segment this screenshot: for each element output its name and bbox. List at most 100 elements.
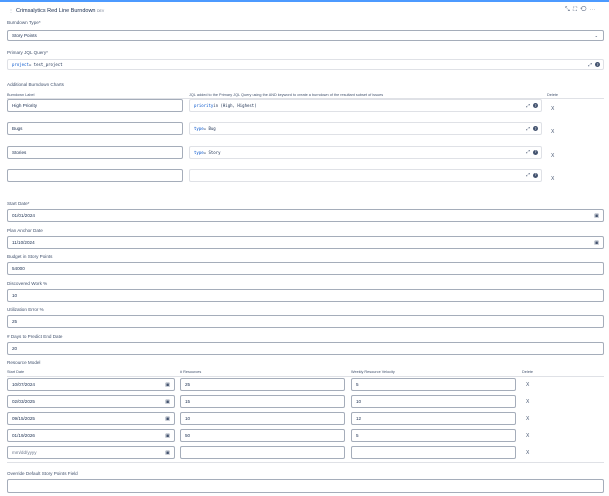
burndown-jql-input[interactable]: type = Bug ⤢? xyxy=(189,122,542,136)
jql-rest: in (High, Highest) xyxy=(213,103,257,108)
resource-count-input[interactable]: 25 xyxy=(180,378,345,391)
field-input[interactable]: 10 xyxy=(7,289,604,302)
calendar-icon[interactable]: ▣ xyxy=(165,433,170,439)
override-label: Override Default Story Points Field xyxy=(7,471,78,476)
jql-keyword: type xyxy=(194,149,204,155)
field-input[interactable]: 25 xyxy=(7,315,604,328)
delete-resource-button[interactable]: X xyxy=(526,382,529,388)
primary-jql-input[interactable]: project = test_project ⤢? xyxy=(7,59,604,70)
drag-handle-icon[interactable]: ⋮ xyxy=(9,8,13,13)
burndown-jql-input[interactable]: type = Story ⤢? xyxy=(189,145,542,159)
resource-start-date[interactable]: 02/03/2025 ▣ xyxy=(7,395,175,408)
more-icon[interactable]: ⋯ xyxy=(589,7,598,13)
resource-velocity-input[interactable]: 5 xyxy=(351,378,516,391)
help-icon[interactable]: ? xyxy=(533,149,538,155)
burndown-jql-input[interactable]: ⤢? xyxy=(189,168,542,182)
delete-resource-button[interactable]: X xyxy=(526,450,529,456)
date-value: 02/03/2025 xyxy=(12,399,35,404)
date-value: 01/19/2026 xyxy=(12,433,35,438)
col-delete: Delete xyxy=(547,93,558,97)
delete-row-button[interactable]: X xyxy=(551,176,554,182)
expand-icon[interactable]: ⤢ xyxy=(526,172,530,178)
field-input[interactable]: 20 xyxy=(7,342,604,355)
minimize-icon[interactable]: ⤡ xyxy=(565,7,573,13)
resource-count-value: 50 xyxy=(185,433,191,438)
resource-velocity-input[interactable]: 5 xyxy=(351,429,516,442)
help-icon[interactable]: ? xyxy=(533,103,538,108)
additional-title: Additional Burndown Charts xyxy=(7,82,64,87)
expand-icon[interactable]: ⤢ xyxy=(526,126,530,132)
burndown-jql-input[interactable]: priority in (High, Highest) ⤢? xyxy=(189,99,542,112)
resource-count-input[interactable]: 15 xyxy=(180,395,345,408)
burndown-label-input[interactable]: Bugs xyxy=(7,122,183,136)
burndown-label-value: Bugs xyxy=(12,126,23,132)
delete-resource-button[interactable]: X xyxy=(526,399,529,405)
resource-count-input[interactable]: 50 xyxy=(180,429,345,442)
resource-velocity-input[interactable]: 12 xyxy=(351,412,516,425)
help-icon[interactable]: ? xyxy=(533,126,538,132)
field-value: 25 xyxy=(12,319,18,324)
field-label: Utilization Error % xyxy=(7,307,44,312)
fullscreen-icon[interactable]: ⛶ xyxy=(573,7,580,13)
burndown-label-input[interactable]: High Priority xyxy=(7,99,183,112)
burndown-type-value: Story Points xyxy=(12,33,37,38)
jql-keyword: priority xyxy=(194,103,214,108)
delete-row-button[interactable]: X xyxy=(551,129,554,135)
date-value: 10/07/2024 xyxy=(12,382,35,387)
field-label: # Days to Predict End Date xyxy=(7,334,63,339)
field-label: Plan Anchor Date xyxy=(7,228,43,233)
calendar-icon[interactable]: ▣ xyxy=(594,213,599,219)
burndown-type-label: Burndown Type* xyxy=(7,20,41,25)
burndown-label-input[interactable]: Stories xyxy=(7,145,183,159)
velocity-value: 12 xyxy=(356,416,362,421)
help-icon[interactable]: ? xyxy=(595,62,600,67)
delete-resource-button[interactable]: X xyxy=(526,433,529,439)
resource-count-input[interactable] xyxy=(180,446,345,459)
field-value: 54000 xyxy=(12,266,25,271)
expand-icon[interactable]: ⤢ xyxy=(588,62,592,68)
resource-start-date[interactable]: 01/19/2026 ▣ xyxy=(7,429,175,442)
delete-resource-button[interactable]: X xyxy=(526,416,529,422)
calendar-icon[interactable]: ▣ xyxy=(165,416,170,422)
calendar-icon[interactable]: ▣ xyxy=(165,450,170,456)
help-icon[interactable]: ? xyxy=(533,172,538,178)
field-value: 20 xyxy=(12,346,18,351)
delete-row-button[interactable]: X xyxy=(551,153,554,159)
jql-keyword: type xyxy=(194,126,204,132)
field-value: 10 xyxy=(12,293,18,298)
resource-start-date[interactable]: mm/dd/yyyy ▣ xyxy=(7,446,175,459)
burndown-type-select[interactable]: Story Points ⌄ xyxy=(7,30,604,41)
resource-count-value: 25 xyxy=(185,382,191,387)
resource-velocity-input[interactable] xyxy=(351,446,516,459)
col-velocity: Weekly Resource Velocity xyxy=(351,370,395,374)
page-title: Crimsalytics Red Line Burndown DEV xyxy=(16,8,104,14)
field-label: Discovered Work % xyxy=(7,281,48,286)
window-controls: ⤡⛶⟲⋯ xyxy=(565,7,598,14)
top-accent-bar xyxy=(0,0,609,2)
resource-count-value: 15 xyxy=(185,399,191,404)
velocity-value: 5 xyxy=(356,433,359,438)
expand-icon[interactable]: ⤢ xyxy=(526,149,530,155)
override-input[interactable] xyxy=(7,479,604,493)
resource-velocity-input[interactable]: 10 xyxy=(351,395,516,408)
jql-rest: = Story xyxy=(203,149,221,155)
field-label: Start Date* xyxy=(7,201,30,206)
env-badge: DEV xyxy=(97,9,105,13)
date-value: 09/15/2025 xyxy=(12,416,35,421)
field-input[interactable]: 54000 xyxy=(7,262,604,275)
expand-icon[interactable]: ⤢ xyxy=(526,103,530,109)
field-input[interactable]: 01/01/2024 ▣ xyxy=(7,209,604,222)
burndown-label-value: High Priority xyxy=(12,103,38,108)
field-value: 11/10/2024 xyxy=(12,240,35,245)
calendar-icon[interactable]: ▣ xyxy=(165,399,170,405)
divider xyxy=(7,376,604,377)
delete-row-button[interactable]: X xyxy=(551,106,554,112)
burndown-label-input[interactable] xyxy=(7,168,183,182)
calendar-icon[interactable]: ▣ xyxy=(594,240,599,246)
resource-start-date[interactable]: 10/07/2024 ▣ xyxy=(7,378,175,391)
field-input[interactable]: 11/10/2024 ▣ xyxy=(7,236,604,249)
resource-model-title: Resource Model xyxy=(7,360,41,365)
resource-start-date[interactable]: 09/15/2025 ▣ xyxy=(7,412,175,425)
resource-count-input[interactable]: 10 xyxy=(180,412,345,425)
calendar-icon[interactable]: ▣ xyxy=(165,382,170,388)
